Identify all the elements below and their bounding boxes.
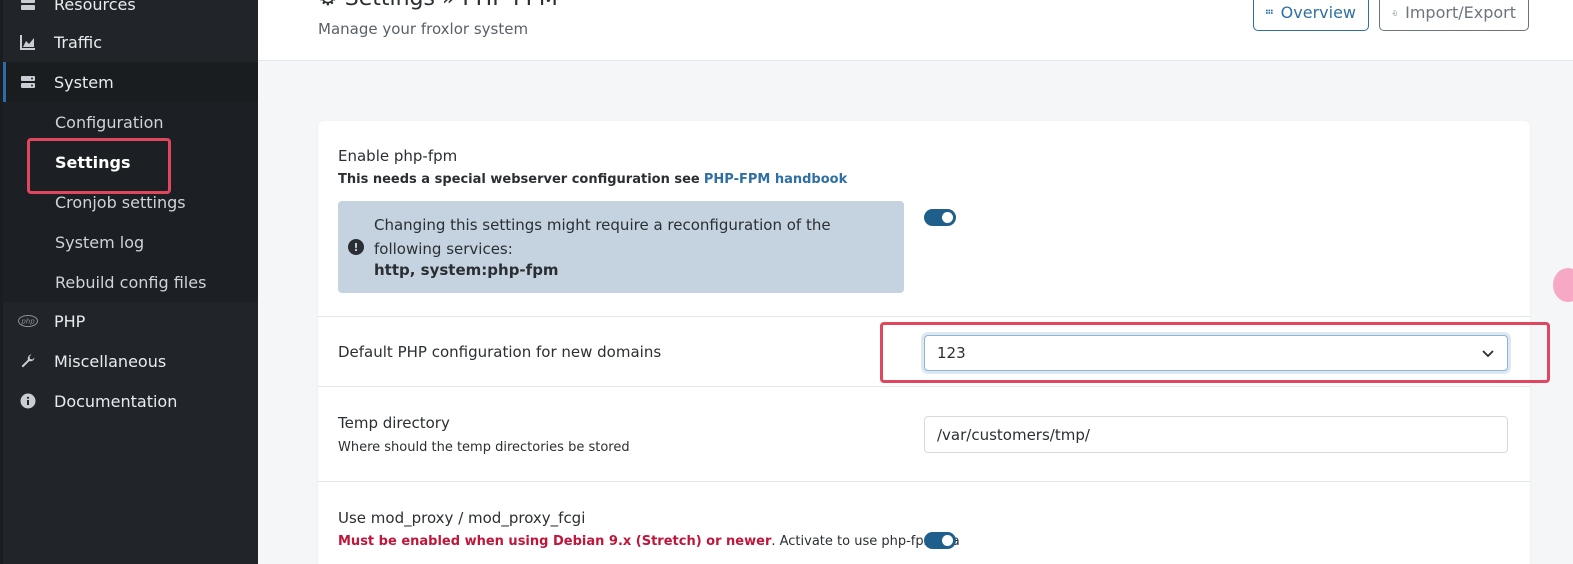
exclamation-circle-icon: ! [348,239,364,255]
phpfpm-handbook-link[interactable]: PHP-FPM handbook [704,172,847,187]
overview-button-label: Overview [1280,3,1356,22]
sidebar-sub-system-log[interactable]: System log [3,222,258,262]
sidebar-item-documentation[interactable]: Documentation [3,381,258,421]
temp-dir-input[interactable]: /var/customers/tmp/ [924,416,1508,453]
gear-icon: ⚙ [318,0,338,11]
overview-button[interactable]: Overview [1253,0,1369,31]
sidebar-item-label: System [54,72,114,92]
enable-fpm-toggle[interactable] [924,209,956,226]
sidebar-item-label: Documentation [54,391,178,411]
import-export-button-label: Import/Export [1405,3,1516,22]
sidebar-sub-label: Rebuild config files [55,272,207,292]
sidebar-sub-rebuild-config[interactable]: Rebuild config files [3,262,258,302]
info-circle-icon [18,391,38,411]
sidebar-item-php[interactable]: php PHP [3,301,258,341]
sidebar-item-label: Traffic [54,32,103,52]
row-divider [318,316,1530,317]
enable-fpm-note: This needs a special webserver configura… [338,172,847,187]
sidebar-item-label: Resources [54,0,136,14]
sidebar-item-resources[interactable]: Resources [3,0,258,24]
settings-highlight-box [27,138,171,194]
select-highlight-box [880,322,1550,383]
sidebar-item-label: Miscellaneous [54,351,167,371]
wrench-icon [18,351,38,371]
page-header: ⚙ Settings » PHP-FPM Manage your froxlor… [258,0,1573,61]
sidebar-item-miscellaneous[interactable]: Miscellaneous [3,341,258,381]
default-config-label: Default PHP configuration for new domain… [338,343,662,361]
chart-area-icon [18,32,38,52]
mod-proxy-toggle[interactable] [924,532,956,549]
grid-icon [1266,9,1273,14]
sidebar-sub-label: Configuration [55,112,164,132]
page-title: ⚙ Settings » PHP-FPM [318,0,558,11]
server-stack-icon [18,72,38,92]
sidebar-sub-label: System log [55,232,145,252]
page-subtitle: Manage your froxlor system [318,20,529,38]
alert-services: http, system:php-fpm [374,261,559,279]
row-divider [318,481,1530,482]
php-icon: php [18,311,38,331]
sidebar-item-label: PHP [54,311,86,331]
file-import-icon [1392,10,1397,15]
sidebar-sub-configuration[interactable]: Configuration [3,102,258,142]
sidebar-sub-label: Cronjob settings [55,192,186,212]
mod-proxy-warning: Must be enabled when using Debian 9.x (S… [338,534,772,549]
mod-proxy-label: Use mod_proxy / mod_proxy_fcgi [338,509,586,527]
temp-dir-label: Temp directory [338,414,450,432]
alert-text: Changing this settings might require a r… [374,216,831,258]
svg-text:php: php [20,318,35,326]
server-icon [18,0,38,14]
mod-proxy-desc: Must be enabled when using Debian 9.x (S… [338,534,960,549]
sidebar-item-system[interactable]: System [3,62,258,102]
reconfiguration-alert: ! Changing this settings might require a… [338,201,904,293]
sidebar: Resources Traffic System Configuration S… [0,0,258,564]
floating-help-button[interactable] [1553,268,1573,302]
enable-fpm-label: Enable php-fpm [338,147,458,165]
row-divider [318,386,1530,387]
temp-dir-desc: Where should the temp directories be sto… [338,440,630,455]
page-title-text: Settings » PHP-FPM [345,0,558,11]
import-export-button[interactable]: Import/Export [1379,0,1529,31]
enable-fpm-note-text: This needs a special webserver configura… [338,172,700,187]
sidebar-item-traffic[interactable]: Traffic [3,22,258,62]
